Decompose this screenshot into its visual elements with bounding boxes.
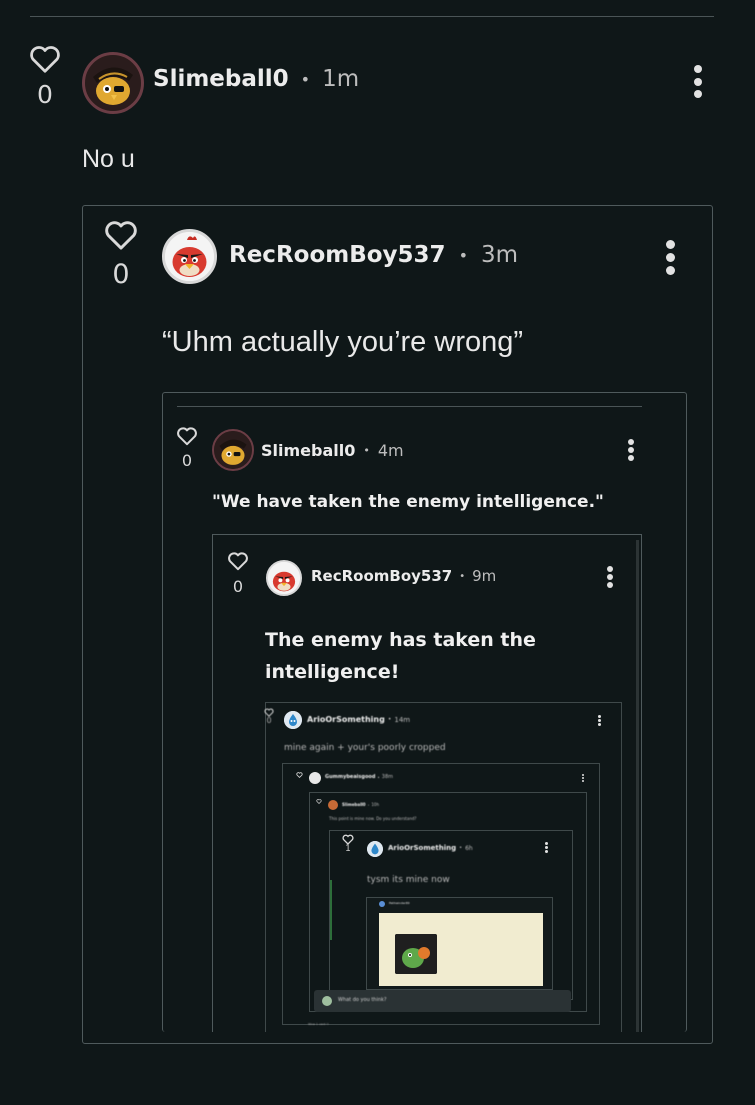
heart-icon[interactable]	[176, 426, 198, 446]
avatar-slimeball[interactable]	[328, 800, 338, 810]
quote6-time: 10h	[371, 802, 379, 807]
meta-separator: •	[459, 570, 466, 582]
quote3-text: The enemy has taken the intelligence!	[265, 624, 536, 688]
meta-separator: •	[363, 444, 370, 457]
quote4-like[interactable]: 0	[264, 708, 274, 725]
quote1-time: 3m	[481, 242, 519, 268]
quote8-author[interactable]: Pathwinder89	[389, 901, 410, 905]
comment-text: No u	[82, 145, 135, 173]
quote3-author[interactable]: RecRoomBoy537	[311, 567, 452, 585]
quote4-time: 14m	[394, 715, 411, 724]
quote2-like[interactable]: 0	[175, 426, 199, 469]
meta-separator: •	[458, 245, 468, 265]
quote3-time: 9m	[472, 567, 497, 585]
like-count: 0	[232, 577, 244, 596]
like-count: 1	[345, 844, 351, 854]
meta-separator: •	[300, 69, 311, 89]
red-bird-avatar-icon	[165, 232, 214, 281]
scrollbar[interactable]	[636, 540, 639, 1032]
blue-drop-avatar-icon	[284, 711, 302, 729]
quote2-time: 4m	[377, 441, 404, 460]
avatar-slimeball[interactable]	[82, 52, 144, 114]
quote7-text: tysm its mine now	[367, 875, 450, 885]
like-count: 0	[181, 451, 193, 470]
heart-icon[interactable]	[227, 551, 249, 571]
avatar-pathwinder[interactable]	[379, 901, 385, 907]
quote1-like[interactable]: 0	[103, 219, 139, 288]
quote1-text: “Uhm actually you’re wrong”	[162, 326, 524, 358]
quote7-menu-icon[interactable]	[545, 842, 548, 853]
heart-icon[interactable]	[28, 44, 62, 74]
pirate-avatar-icon	[214, 431, 252, 469]
reply-placeholder[interactable]: What do you think?	[338, 997, 387, 1003]
avatar-gummy[interactable]	[309, 772, 321, 784]
blue-drop-avatar-icon	[367, 841, 383, 857]
creature-image-icon	[395, 934, 437, 974]
quote2-author[interactable]: Slimeball0	[261, 441, 355, 460]
quote3-like[interactable]: 0	[226, 551, 250, 595]
divider	[177, 406, 642, 407]
red-bird-avatar-icon	[268, 562, 300, 594]
avatar-ario[interactable]	[284, 711, 302, 729]
quote6-author[interactable]: Slimeball0	[342, 802, 366, 807]
character-image	[395, 934, 437, 974]
quote7-time: 6h	[465, 844, 473, 852]
heart-icon[interactable]	[316, 799, 322, 804]
quote4-menu-icon[interactable]	[598, 715, 601, 726]
quote5-menu-icon[interactable]	[582, 774, 584, 782]
comment-author[interactable]: Slimeball0	[153, 66, 289, 92]
meta-separator: •	[377, 774, 380, 780]
like-count: 0	[112, 259, 130, 290]
quote7-like[interactable]: 1	[342, 834, 354, 854]
quote5-time: 38m	[381, 774, 393, 780]
quote6-text: This point is mine now. Do you understan…	[329, 816, 417, 821]
comment-like[interactable]: 0	[28, 44, 62, 107]
quote3-text-line-2: intelligence!	[265, 661, 400, 683]
quote4-text: mine again + your's poorly cropped	[284, 743, 446, 753]
reply-avatar	[322, 996, 332, 1006]
quote3-menu-icon[interactable]	[606, 566, 614, 588]
avatar-recroomboy[interactable]	[162, 229, 217, 284]
comment-time: 1m	[322, 66, 360, 92]
meta-separator: •	[367, 802, 370, 807]
quote3-text-line-1: The enemy has taken the	[265, 629, 536, 651]
quote2-text: "We have taken the enemy intelligence."	[212, 492, 604, 512]
quote7-author[interactable]: ArioOrSomething	[388, 844, 456, 852]
heart-icon[interactable]	[296, 772, 303, 778]
meta-separator: •	[387, 716, 392, 723]
avatar-ario[interactable]	[367, 841, 383, 857]
pirate-avatar-icon	[85, 55, 141, 111]
quote4-author[interactable]: ArioOrSomething	[307, 715, 385, 724]
footer-caption: Wow 1 cent !!	[308, 1022, 329, 1026]
quote5-author[interactable]: Gummybeaisgood	[325, 774, 375, 780]
avatar-recroomboy[interactable]	[266, 560, 302, 596]
avatar-slimeball[interactable]	[212, 429, 254, 471]
quote1-menu-icon[interactable]	[664, 240, 676, 275]
quote1-author[interactable]: RecRoomBoy537	[229, 242, 446, 268]
top-divider	[30, 16, 714, 17]
quote2-menu-icon[interactable]	[627, 439, 635, 461]
like-count: 0	[266, 716, 272, 725]
meta-separator: •	[459, 845, 463, 851]
heart-icon[interactable]	[103, 219, 139, 251]
comment-menu-icon[interactable]	[692, 65, 704, 98]
like-count: 0	[37, 80, 53, 109]
